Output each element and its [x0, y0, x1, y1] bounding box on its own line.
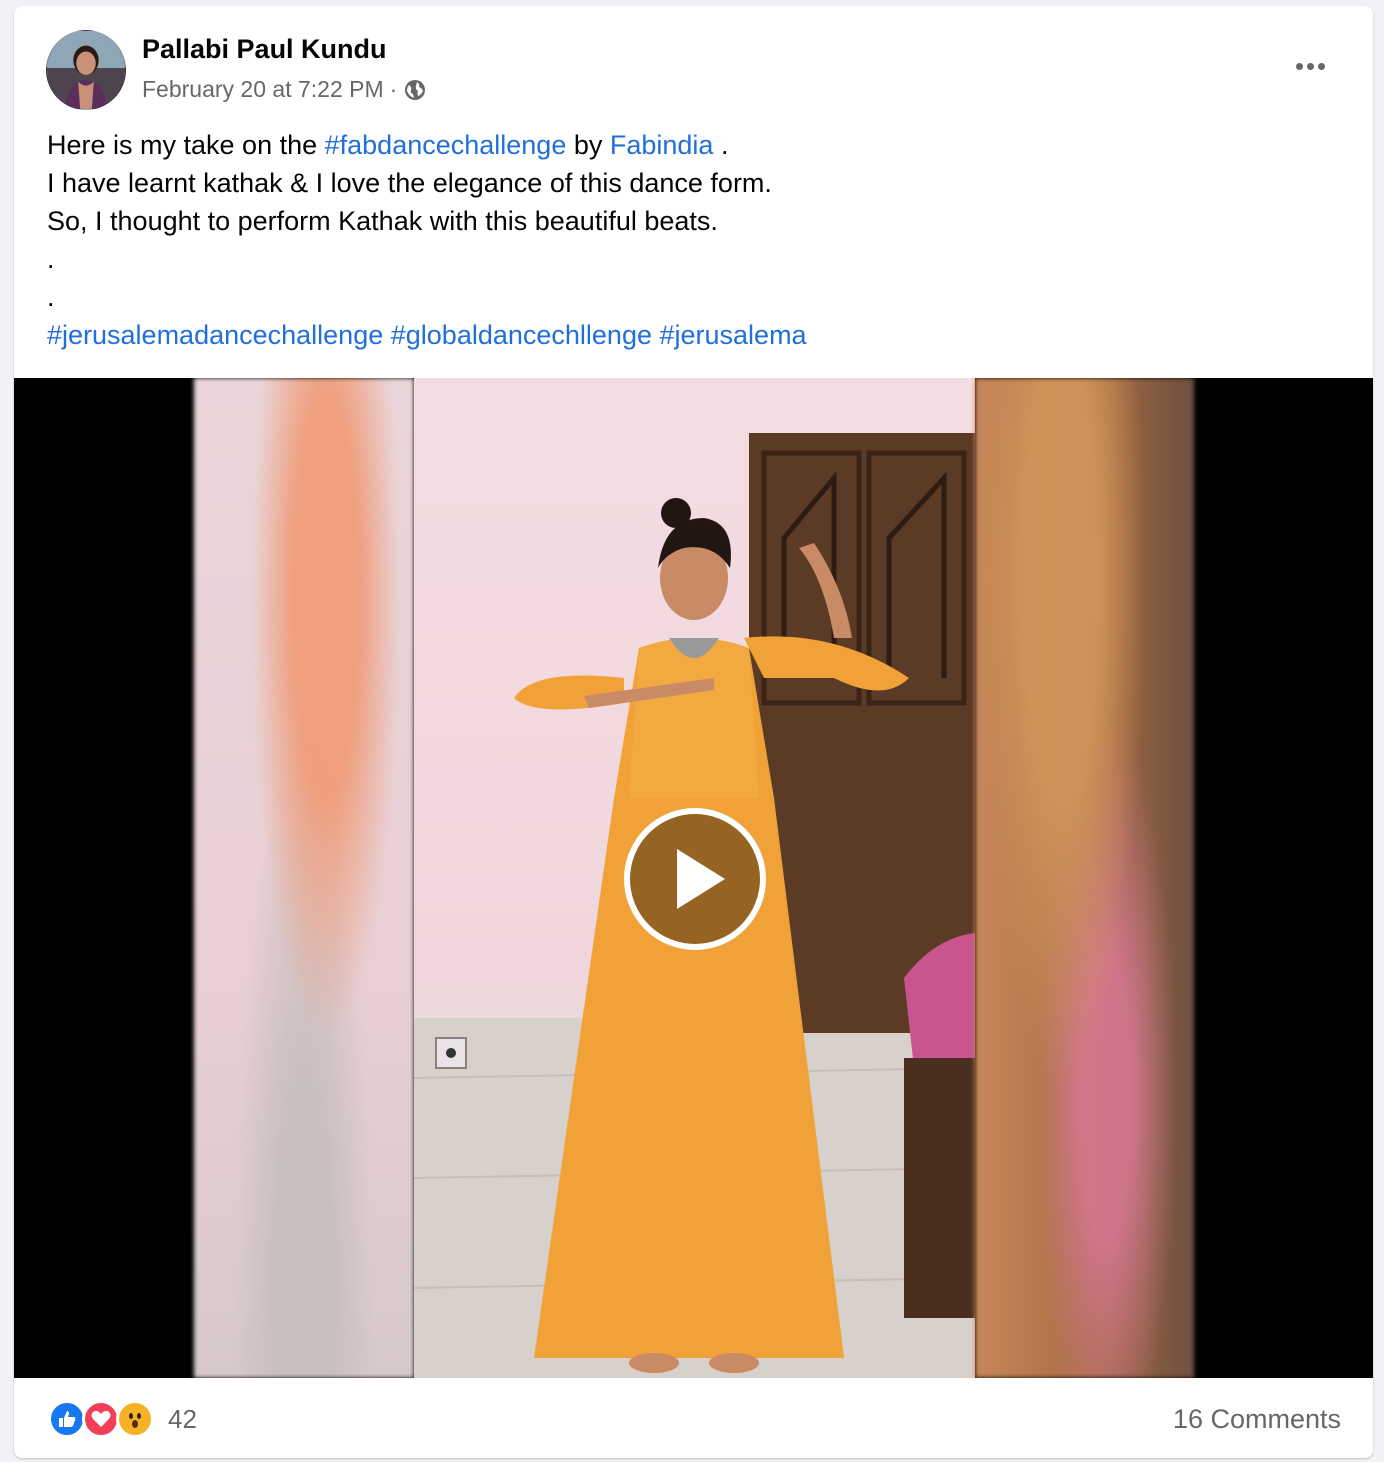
meta-separator: · — [389, 76, 398, 102]
more-options-icon — [1295, 62, 1303, 70]
author-avatar[interactable] — [46, 30, 126, 110]
post-timestamp[interactable]: February 20 at 7:22 PM — [142, 76, 384, 103]
post-card: Pallabi Paul Kundu February 20 at 7:22 P… — [14, 6, 1373, 1458]
reaction-count: 42 — [168, 1403, 197, 1434]
play-button[interactable] — [624, 808, 766, 950]
love-icon — [82, 1400, 120, 1438]
post-text-segment: . — [713, 130, 729, 160]
hashtag-link[interactable]: #globaldancechllenge — [391, 320, 652, 350]
page-mention-link[interactable]: Fabindia — [610, 130, 714, 160]
play-icon — [677, 849, 725, 909]
post-line-5: . — [47, 282, 55, 312]
post-footer: 42 16 Comments — [14, 1378, 1373, 1458]
post-line-3: So, I thought to perform Kathak with thi… — [47, 206, 718, 236]
hashtags-line: #jerusalemadancechallenge #globaldancech… — [47, 316, 807, 354]
post-text-segment: by — [566, 130, 610, 160]
post-line-1: Here is my take on the #fabdancechalleng… — [47, 126, 807, 164]
comments-count-link[interactable]: 16 Comments — [1173, 1404, 1341, 1435]
video-player[interactable] — [14, 378, 1373, 1378]
hashtag-link[interactable]: #fabdancechallenge — [325, 130, 567, 160]
globe-icon[interactable] — [403, 78, 427, 102]
hashtag-link[interactable]: #jerusalema — [660, 320, 807, 350]
more-options-icon-dot — [1306, 62, 1314, 70]
post-text-segment: Here is my take on the — [47, 130, 325, 160]
video-blur-left — [194, 378, 414, 1378]
post-meta: February 20 at 7:22 PM · — [142, 76, 427, 103]
post-line-2: I have learnt kathak & I love the elegan… — [47, 168, 772, 198]
author-name[interactable]: Pallabi Paul Kundu — [142, 34, 387, 65]
wow-icon — [116, 1400, 154, 1438]
more-options-button[interactable] — [1285, 46, 1335, 86]
video-blur-right — [975, 378, 1194, 1378]
like-icon — [48, 1400, 86, 1438]
post-line-4: . — [47, 244, 55, 274]
post-body: Here is my take on the #fabdancechalleng… — [47, 126, 807, 354]
reactions-summary[interactable]: 42 — [48, 1400, 197, 1438]
more-options-icon-dot — [1317, 62, 1325, 70]
hashtag-link[interactable]: #jerusalemadancechallenge — [47, 320, 383, 350]
